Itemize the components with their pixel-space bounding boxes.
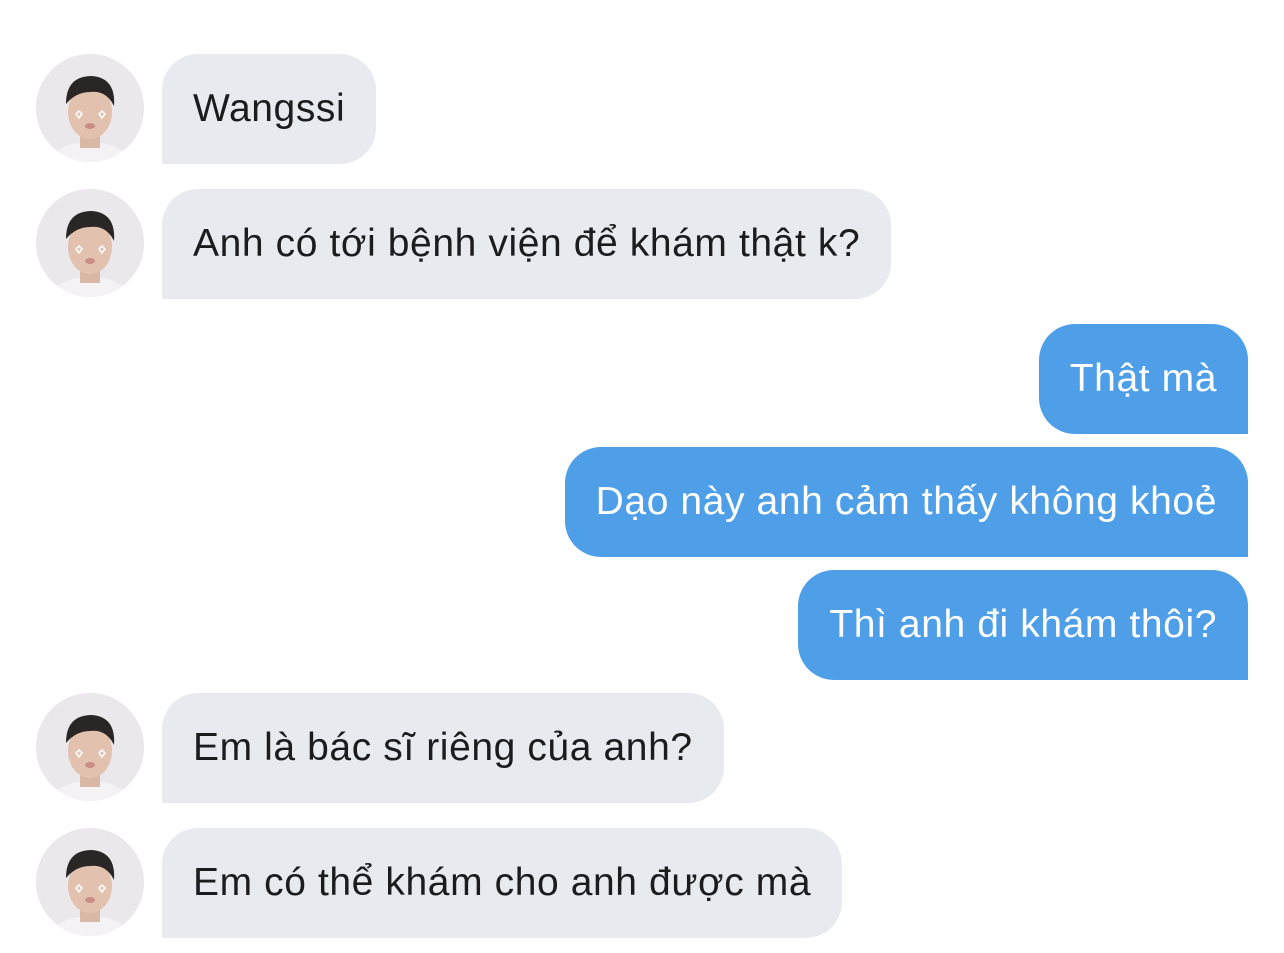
incoming-message-bubble[interactable]: Em có thể khám cho anh được mà: [162, 828, 843, 938]
profile-photo-icon[interactable]: [36, 828, 144, 936]
outgoing-message-bubble[interactable]: Thật mà: [1038, 324, 1248, 434]
message-row: Thì anh đi khám thôi?: [0, 570, 1284, 682]
message-row: Anh có tới bệnh viện để khám thật k?: [0, 189, 1284, 301]
outgoing-message-bubble[interactable]: Thì anh đi khám thôi?: [798, 570, 1248, 680]
message-row: Em là bác sĩ riêng của anh?: [0, 693, 1284, 805]
message-row: Dạo này anh cảm thấy không khoẻ: [0, 447, 1284, 559]
chat-thread: Wangssi Anh có tới bệnh viện để khám thậ…: [0, 0, 1284, 953]
profile-photo-icon[interactable]: [36, 693, 144, 801]
message-row: Thật mà: [0, 324, 1284, 436]
profile-photo-icon[interactable]: [36, 189, 144, 297]
incoming-message-bubble[interactable]: Em là bác sĩ riêng của anh?: [162, 693, 724, 803]
incoming-message-bubble[interactable]: Wangssi: [162, 54, 377, 164]
message-row: Wangssi: [0, 54, 1284, 166]
message-row: Em có thể khám cho anh được mà: [0, 828, 1284, 940]
profile-photo-icon[interactable]: [36, 54, 144, 162]
incoming-message-bubble[interactable]: Anh có tới bệnh viện để khám thật k?: [162, 189, 892, 299]
outgoing-message-bubble[interactable]: Dạo này anh cảm thấy không khoẻ: [564, 447, 1248, 557]
